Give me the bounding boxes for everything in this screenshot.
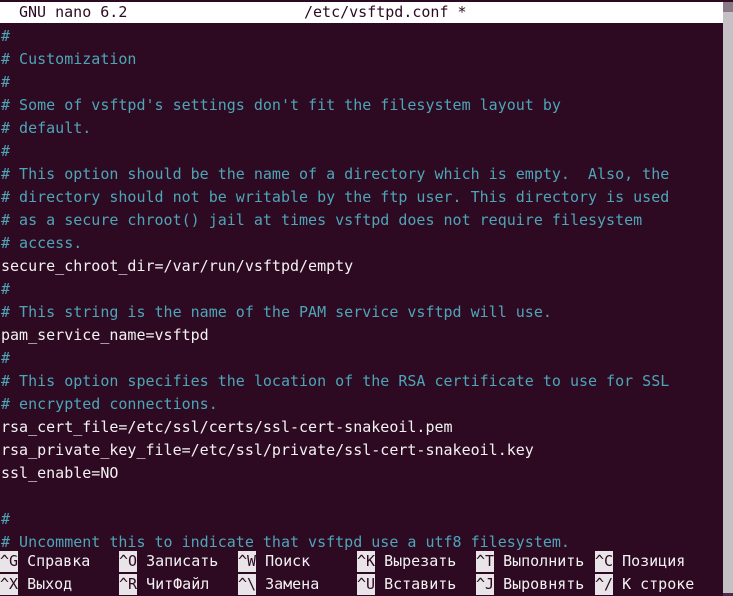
shortcut-key-badge: ^/	[595, 574, 614, 595]
shortcut-entry[interactable]: ^J Выровнять	[476, 573, 584, 596]
editor-line: #	[1, 142, 11, 160]
shortcut-entry[interactable]: ^R ЧитФайл	[119, 573, 209, 596]
editor-line: # This option specifies the location of …	[1, 372, 670, 390]
titlebar: GNU nano 6.2 /etc/vsftpd.conf *	[0, 2, 733, 25]
editor-line: #	[1, 510, 11, 528]
editor-line: ssl_enable=NO	[1, 464, 119, 482]
shortcut-label: Записать	[146, 552, 219, 570]
editor-line: # Customization	[1, 50, 137, 68]
editor-line: # default.	[1, 119, 92, 137]
shortcut-entry[interactable]: ^X Выход	[0, 573, 72, 596]
nano-editor-window: GNU nano 6.2 /etc/vsftpd.conf * # # Custo…	[0, 0, 733, 596]
shortcut-key-badge: ^G	[0, 551, 19, 572]
editor-line: # as a secure chroot() jail at times vsf…	[1, 211, 643, 229]
shortcut-label: Выровнять	[503, 575, 585, 593]
shortcut-label: Позиция	[622, 552, 686, 570]
editor-line: rsa_cert_file=/etc/ssl/certs/ssl-cert-sn…	[1, 418, 453, 436]
shortcut-entry[interactable]: ^G Справка	[0, 550, 90, 573]
editor-line: rsa_private_key_file=/etc/ssl/private/ss…	[1, 441, 534, 459]
shortcut-label: ЧитФайл	[146, 575, 210, 593]
shortcut-help-bar: ^G Справка ^O Записать ^W Поиск ^K Вырезать ^T Вы…	[0, 550, 733, 596]
editor-line: # This option should be the name of a di…	[1, 165, 670, 183]
editor-line: #	[1, 27, 11, 45]
editor-line: # access.	[1, 234, 83, 252]
shortcut-key-badge: ^W	[238, 551, 257, 572]
editor-text-area[interactable]: # # Customization # # Some of vsftpd's sett…	[0, 25, 733, 550]
shortcut-row-bottom: ^X Выход ^R ЧитФайл ^\ Замена ^U Вставить ^J Выро…	[0, 573, 723, 596]
editor-line: # This string is the name of the PAM ser…	[1, 303, 552, 321]
shortcut-key-badge: ^R	[119, 574, 138, 595]
editor-line: secure_chroot_dir=/var/run/vsftpd/empty	[1, 257, 354, 275]
shortcut-key-badge: ^\	[238, 574, 257, 595]
editor-line: # directory should not be writable by th…	[1, 188, 670, 206]
shortcut-entry[interactable]: ^O Записать	[119, 550, 218, 573]
shortcut-label: К строке	[622, 575, 695, 593]
shortcut-key-badge: ^T	[476, 551, 495, 572]
shortcut-entry[interactable]: ^/ К строке	[595, 573, 694, 596]
shortcut-label: Вставить	[384, 575, 457, 593]
shortcut-entry[interactable]: ^\ Замена	[238, 573, 319, 596]
shortcut-label: Выполнить	[503, 552, 585, 570]
editor-line: #	[1, 73, 11, 91]
shortcut-key-badge: ^X	[0, 574, 19, 595]
editor-line: # encrypted connections.	[1, 395, 218, 413]
editor-line: #	[1, 349, 11, 367]
shortcut-label: Вырезать	[384, 552, 457, 570]
vertical-scrollbar[interactable]	[723, 0, 733, 596]
shortcut-label: Выход	[27, 575, 73, 593]
shortcut-row-top: ^G Справка ^O Записать ^W Поиск ^K Вырезать ^T Вы…	[0, 550, 723, 573]
titlebar-inner: GNU nano 6.2 /etc/vsftpd.conf *	[0, 2, 723, 23]
shortcut-label: Поиск	[265, 552, 311, 570]
shortcut-entry[interactable]: ^T Выполнить	[476, 550, 584, 573]
shortcut-key-badge: ^K	[357, 551, 376, 572]
shortcut-key-badge: ^J	[476, 574, 495, 595]
scrollbar-thumb[interactable]	[723, 2, 733, 12]
editor-line: pam_service_name=vsftpd	[1, 326, 209, 344]
app-version-label: GNU nano 6.2	[19, 3, 128, 21]
shortcut-entry[interactable]: ^C Позиция	[595, 550, 685, 573]
shortcut-entry[interactable]: ^U Вставить	[357, 573, 456, 596]
shortcut-key-badge: ^O	[119, 551, 138, 572]
shortcut-label: Справка	[27, 552, 91, 570]
shortcut-entry[interactable]: ^K Вырезать	[357, 550, 456, 573]
shortcut-key-badge: ^C	[595, 551, 614, 572]
shortcut-label: Замена	[265, 575, 320, 593]
shortcut-key-badge: ^U	[357, 574, 376, 595]
shortcut-entry[interactable]: ^W Поиск	[238, 550, 310, 573]
editor-line: #	[1, 280, 11, 298]
editor-line: # Uncomment this to indicate that vsftpd…	[1, 533, 570, 550]
editor-line: # Some of vsftpd's settings don't fit th…	[1, 96, 561, 114]
filename-label: /etc/vsftpd.conf *	[304, 3, 467, 21]
